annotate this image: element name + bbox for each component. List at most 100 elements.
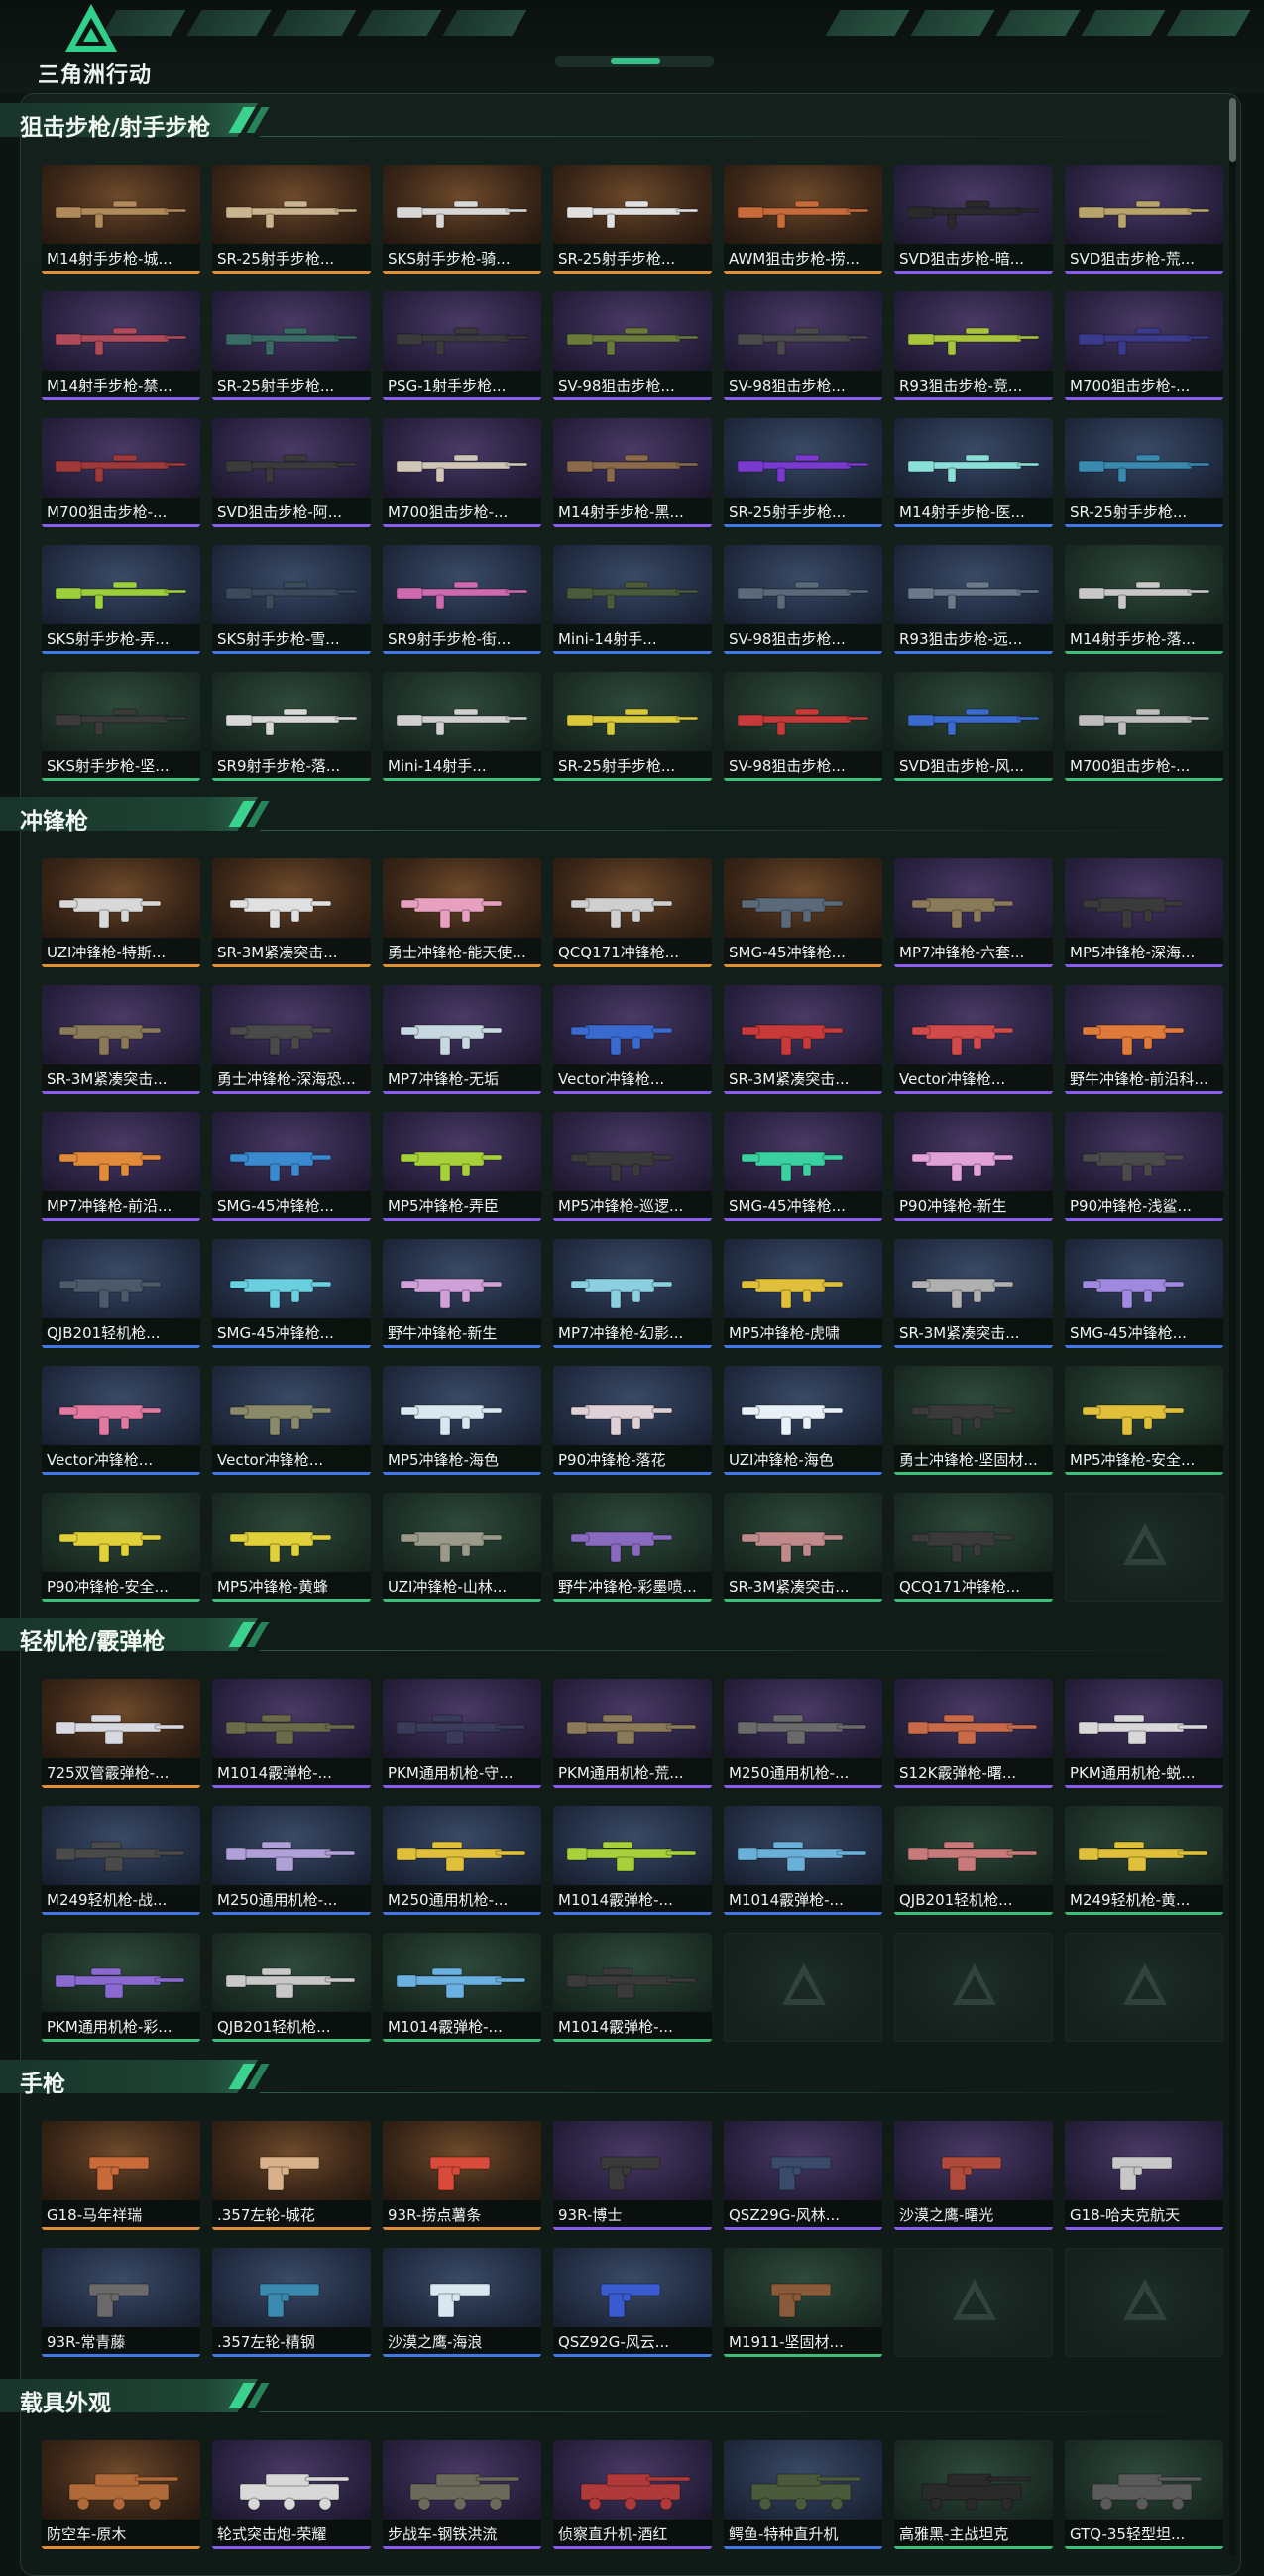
skin-card[interactable]: SR-3M紧凑突击... [724, 985, 882, 1094]
skin-card[interactable]: 93R-常青藤 [42, 2248, 200, 2357]
skin-card[interactable]: SR-3M紧凑突击... [212, 858, 371, 967]
skin-card[interactable]: Vector冲锋枪... [42, 1366, 200, 1475]
skin-card[interactable]: UZI冲锋枪-山林... [383, 1493, 541, 1602]
skin-card[interactable]: PKM通用机枪-蜕... [1065, 1679, 1223, 1788]
skin-card[interactable]: M249轻机枪-黄... [1065, 1806, 1223, 1915]
skin-card[interactable]: UZI冲锋枪-海色 [724, 1366, 882, 1475]
skin-card[interactable]: SR-3M紧凑突击... [894, 1239, 1053, 1348]
skin-card[interactable]: PKM通用机枪-荒... [553, 1679, 712, 1788]
skin-card[interactable]: SKS射手步枪-雪... [212, 545, 371, 654]
skin-card[interactable]: SVD狙击步枪-荒... [1065, 165, 1223, 274]
skin-card[interactable]: SMG-45冲锋枪... [724, 858, 882, 967]
skin-card[interactable]: MP7冲锋枪-前沿... [42, 1112, 200, 1221]
skin-card[interactable]: Vector冲锋枪... [894, 985, 1053, 1094]
skin-card[interactable]: 野牛冲锋枪-新生 [383, 1239, 541, 1348]
skin-card[interactable]: 野牛冲锋枪-彩墨喷... [553, 1493, 712, 1602]
skin-card[interactable]: SMG-45冲锋枪... [724, 1112, 882, 1221]
skin-card[interactable]: QCQ171冲锋枪... [894, 1493, 1053, 1602]
skin-card[interactable]: PKM通用机枪-彩... [42, 1933, 200, 2042]
skin-card[interactable]: SR-25射手步枪... [212, 291, 371, 400]
skin-card[interactable]: QJB201轻机枪... [42, 1239, 200, 1348]
skin-card[interactable]: QSZ92G-风云... [553, 2248, 712, 2357]
skin-card[interactable]: PKM通用机枪-守... [383, 1679, 541, 1788]
skin-card[interactable]: SMG-45冲锋枪... [1065, 1239, 1223, 1348]
skin-card[interactable]: M14射手步枪-落... [1065, 545, 1223, 654]
skin-card[interactable]: SKS射手步枪-弄... [42, 545, 200, 654]
skin-card[interactable]: M1014霰弹枪-... [212, 1679, 371, 1788]
skin-card[interactable]: G18-哈夫克航天 [1065, 2121, 1223, 2230]
skin-card[interactable]: R93狙击步枪-竞... [894, 291, 1053, 400]
skin-card[interactable]: MP5冲锋枪-海色 [383, 1366, 541, 1475]
skin-card[interactable]: SVD狙击步枪-暗... [894, 165, 1053, 274]
skin-card[interactable]: SR-25射手步枪... [212, 165, 371, 274]
skin-card[interactable]: MP5冲锋枪-虎啸 [724, 1239, 882, 1348]
skin-card[interactable]: 勇士冲锋枪-能天使... [383, 858, 541, 967]
skin-card[interactable]: SR-25射手步枪... [724, 418, 882, 527]
skin-card[interactable]: M1014霰弹枪-... [383, 1933, 541, 2042]
skin-card[interactable]: 步战车-钢铁洪流 [383, 2440, 541, 2549]
skin-card[interactable]: SVD狙击步枪-风... [894, 672, 1053, 781]
skin-card[interactable]: M14射手步枪-城... [42, 165, 200, 274]
skin-card[interactable]: GTQ-35轻型坦... [1065, 2440, 1223, 2549]
skin-card[interactable]: P90冲锋枪-安全... [42, 1493, 200, 1602]
skin-card[interactable]: SV-98狙击步枪... [724, 672, 882, 781]
skin-card[interactable]: SKS射手步枪-骑... [383, 165, 541, 274]
skin-card[interactable]: MP5冲锋枪-弄臣 [383, 1112, 541, 1221]
skin-card[interactable]: P90冲锋枪-新生 [894, 1112, 1053, 1221]
skin-card[interactable]: 93R-捞点薯条 [383, 2121, 541, 2230]
skin-card[interactable]: M700狙击步枪-... [1065, 291, 1223, 400]
skin-card[interactable]: S12K霰弹枪-曙... [894, 1679, 1053, 1788]
skin-card[interactable]: M14射手步枪-禁... [42, 291, 200, 400]
skin-card[interactable]: SR-3M紧凑突击... [42, 985, 200, 1094]
skin-card[interactable]: M250通用机枪-... [212, 1806, 371, 1915]
skin-card[interactable]: P90冲锋枪-落花 [553, 1366, 712, 1475]
skin-card[interactable]: R93狙击步枪-远... [894, 545, 1053, 654]
skin-card[interactable]: M700狙击步枪-... [42, 418, 200, 527]
skin-card[interactable]: G18-马年祥瑞 [42, 2121, 200, 2230]
skin-card[interactable]: 防空车-原木 [42, 2440, 200, 2549]
skin-card[interactable]: QSZ29G-风林... [724, 2121, 882, 2230]
skin-card[interactable]: 725双管霰弹枪-... [42, 1679, 200, 1788]
skin-card[interactable]: M250通用机枪-... [383, 1806, 541, 1915]
skin-card[interactable]: SKS射手步枪-坚... [42, 672, 200, 781]
skin-card[interactable]: .357左轮-城花 [212, 2121, 371, 2230]
skin-card[interactable]: Mini-14射手... [383, 672, 541, 781]
skin-card[interactable]: SV-98狙击步枪... [553, 291, 712, 400]
skin-card[interactable]: M1911-坚固材... [724, 2248, 882, 2357]
skin-card[interactable]: MP5冲锋枪-巡逻... [553, 1112, 712, 1221]
skin-card[interactable]: M1014霰弹枪-... [553, 1933, 712, 2042]
skin-card[interactable]: Vector冲锋枪... [553, 985, 712, 1094]
skin-card[interactable]: Vector冲锋枪... [212, 1366, 371, 1475]
skin-card[interactable]: SV-98狙击步枪... [724, 291, 882, 400]
skin-card[interactable]: 93R-博士 [553, 2121, 712, 2230]
skin-card[interactable]: 勇士冲锋枪-深海恐... [212, 985, 371, 1094]
skin-card[interactable]: .357左轮-精钢 [212, 2248, 371, 2357]
skin-card[interactable]: Mini-14射手... [553, 545, 712, 654]
skin-card[interactable]: M700狙击步枪-... [1065, 672, 1223, 781]
scrollbar[interactable] [1229, 98, 1236, 2556]
skin-card[interactable]: MP5冲锋枪-黄蜂 [212, 1493, 371, 1602]
skin-card[interactable]: PSG-1射手步枪... [383, 291, 541, 400]
skin-card[interactable]: MP7冲锋枪-无垢 [383, 985, 541, 1094]
skin-card[interactable]: M1014霰弹枪-... [553, 1806, 712, 1915]
skin-card[interactable]: M14射手步枪-医... [894, 418, 1053, 527]
skin-card[interactable]: SV-98狙击步枪... [724, 545, 882, 654]
skin-card[interactable]: UZI冲锋枪-特斯... [42, 858, 200, 967]
skin-card[interactable]: MP7冲锋枪-幻影... [553, 1239, 712, 1348]
skin-card[interactable]: SVD狙击步枪-阿... [212, 418, 371, 527]
skin-card[interactable]: 野牛冲锋枪-前沿科... [1065, 985, 1223, 1094]
skin-card[interactable]: SMG-45冲锋枪... [212, 1112, 371, 1221]
skin-card[interactable]: SR9射手步枪-街... [383, 545, 541, 654]
skin-card[interactable]: QJB201轻机枪... [212, 1933, 371, 2042]
skin-card[interactable]: SR9射手步枪-落... [212, 672, 371, 781]
scrollbar-thumb[interactable] [1229, 98, 1236, 162]
skin-card[interactable]: M249轻机枪-战... [42, 1806, 200, 1915]
skin-card[interactable]: MP5冲锋枪-安全... [1065, 1366, 1223, 1475]
skin-card[interactable]: 轮式突击炮-荣耀 [212, 2440, 371, 2549]
skin-card[interactable]: SR-3M紧凑突击... [724, 1493, 882, 1602]
skin-card[interactable]: M1014霰弹枪-... [724, 1806, 882, 1915]
skin-card[interactable]: QJB201轻机枪... [894, 1806, 1053, 1915]
skin-card[interactable]: 沙漠之鹰-海浪 [383, 2248, 541, 2357]
skin-card[interactable]: 勇士冲锋枪-坚固材... [894, 1366, 1053, 1475]
skin-card[interactable]: AWM狙击步枪-捞... [724, 165, 882, 274]
